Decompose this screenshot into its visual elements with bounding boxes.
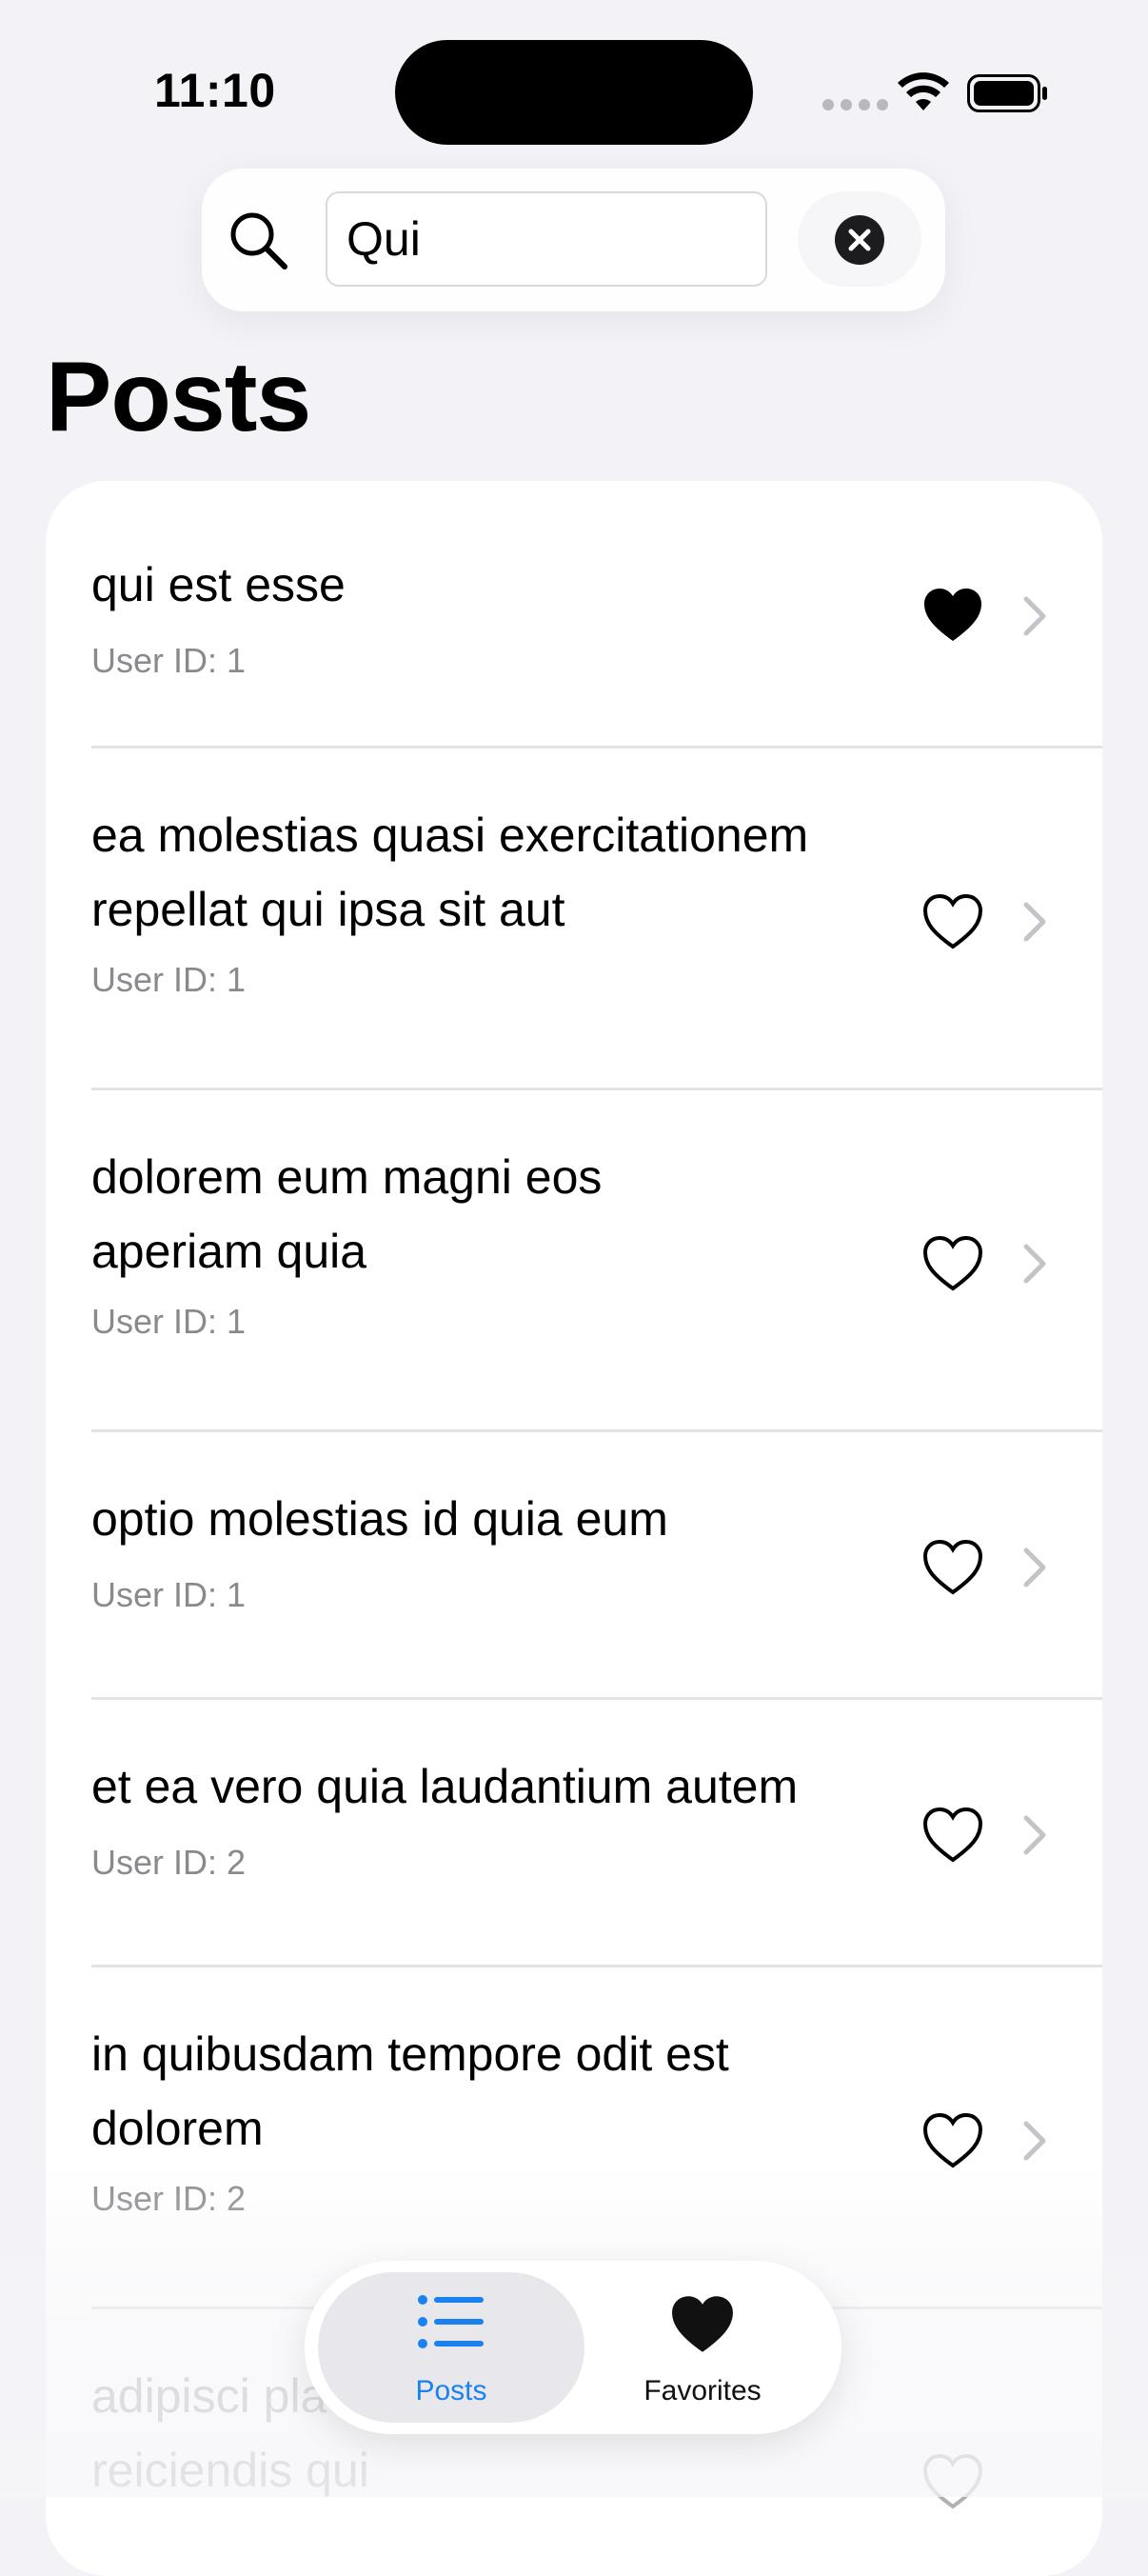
post-title: optio molestias id quia eum	[91, 1492, 668, 1546]
list-bullet-icon	[418, 2295, 484, 2348]
post-row[interactable]: in quibusdam tempore odit est dolorem Us…	[46, 1967, 1102, 2309]
post-row[interactable]: qui est esse User ID: 1	[46, 481, 1102, 749]
post-title: in quibusdam tempore odit est dolorem	[91, 2027, 729, 2155]
chevron-right-icon	[1023, 902, 1046, 942]
wifi-icon	[898, 72, 949, 110]
post-row[interactable]: ea molestias quasi exercitationem repell…	[46, 749, 1102, 1090]
post-user-id: User ID: 1	[91, 641, 247, 680]
post-user-id: User ID: 1	[91, 960, 247, 999]
tab-posts[interactable]: Posts	[318, 2272, 584, 2423]
search-input[interactable]	[326, 191, 767, 287]
heart-outline-icon[interactable]	[921, 1538, 984, 1597]
xmark-circle-fill-icon	[835, 214, 884, 265]
heart-outline-icon[interactable]	[921, 2452, 984, 2511]
post-user-id: User ID: 2	[91, 1843, 247, 1882]
battery-icon	[967, 74, 1047, 112]
chevron-right-icon	[1023, 2121, 1046, 2161]
post-row[interactable]: optio molestias id quia eum User ID: 1	[46, 1432, 1102, 1700]
dynamic-island	[395, 40, 753, 145]
chevron-right-icon	[1023, 1244, 1046, 1284]
chevron-right-icon	[1023, 1548, 1046, 1588]
heart-outline-icon[interactable]	[921, 1806, 984, 1865]
tab-favorites[interactable]: Favorites	[575, 2272, 830, 2423]
heart-fill-icon	[672, 2296, 733, 2352]
post-title: qui est esse	[91, 558, 346, 611]
search-bar	[202, 169, 945, 311]
status-time: 11:10	[154, 64, 276, 117]
chevron-right-icon	[1023, 596, 1046, 636]
post-user-id: User ID: 1	[91, 1575, 247, 1614]
page-title: Posts	[46, 342, 311, 452]
post-title: ea molestias quasi exercitationem repell…	[91, 809, 809, 936]
heart-outline-icon[interactable]	[921, 892, 984, 951]
post-title: et ea vero quia laudantium autem	[91, 1760, 799, 1813]
post-title: dolorem eum magni eos aperiam quia	[91, 1150, 603, 1278]
heart-fill-icon[interactable]	[921, 586, 984, 645]
search-icon	[230, 212, 287, 270]
tab-favorites-label: Favorites	[643, 2375, 762, 2406]
chevron-right-icon	[1023, 1815, 1046, 1855]
post-user-id: User ID: 2	[91, 2179, 247, 2218]
heart-outline-icon[interactable]	[921, 2111, 984, 2170]
clear-search-button[interactable]	[798, 191, 921, 287]
post-row[interactable]: dolorem eum magni eos aperiam quia User …	[46, 1090, 1102, 1432]
heart-outline-icon[interactable]	[921, 1234, 984, 1293]
post-user-id: User ID: 1	[91, 1302, 247, 1341]
cellular-signal-icon	[822, 99, 888, 110]
tab-bar: Posts Favorites	[305, 2261, 841, 2434]
tab-posts-label: Posts	[415, 2375, 487, 2406]
post-row[interactable]: et ea vero quia laudantium autem User ID…	[46, 1700, 1102, 1967]
